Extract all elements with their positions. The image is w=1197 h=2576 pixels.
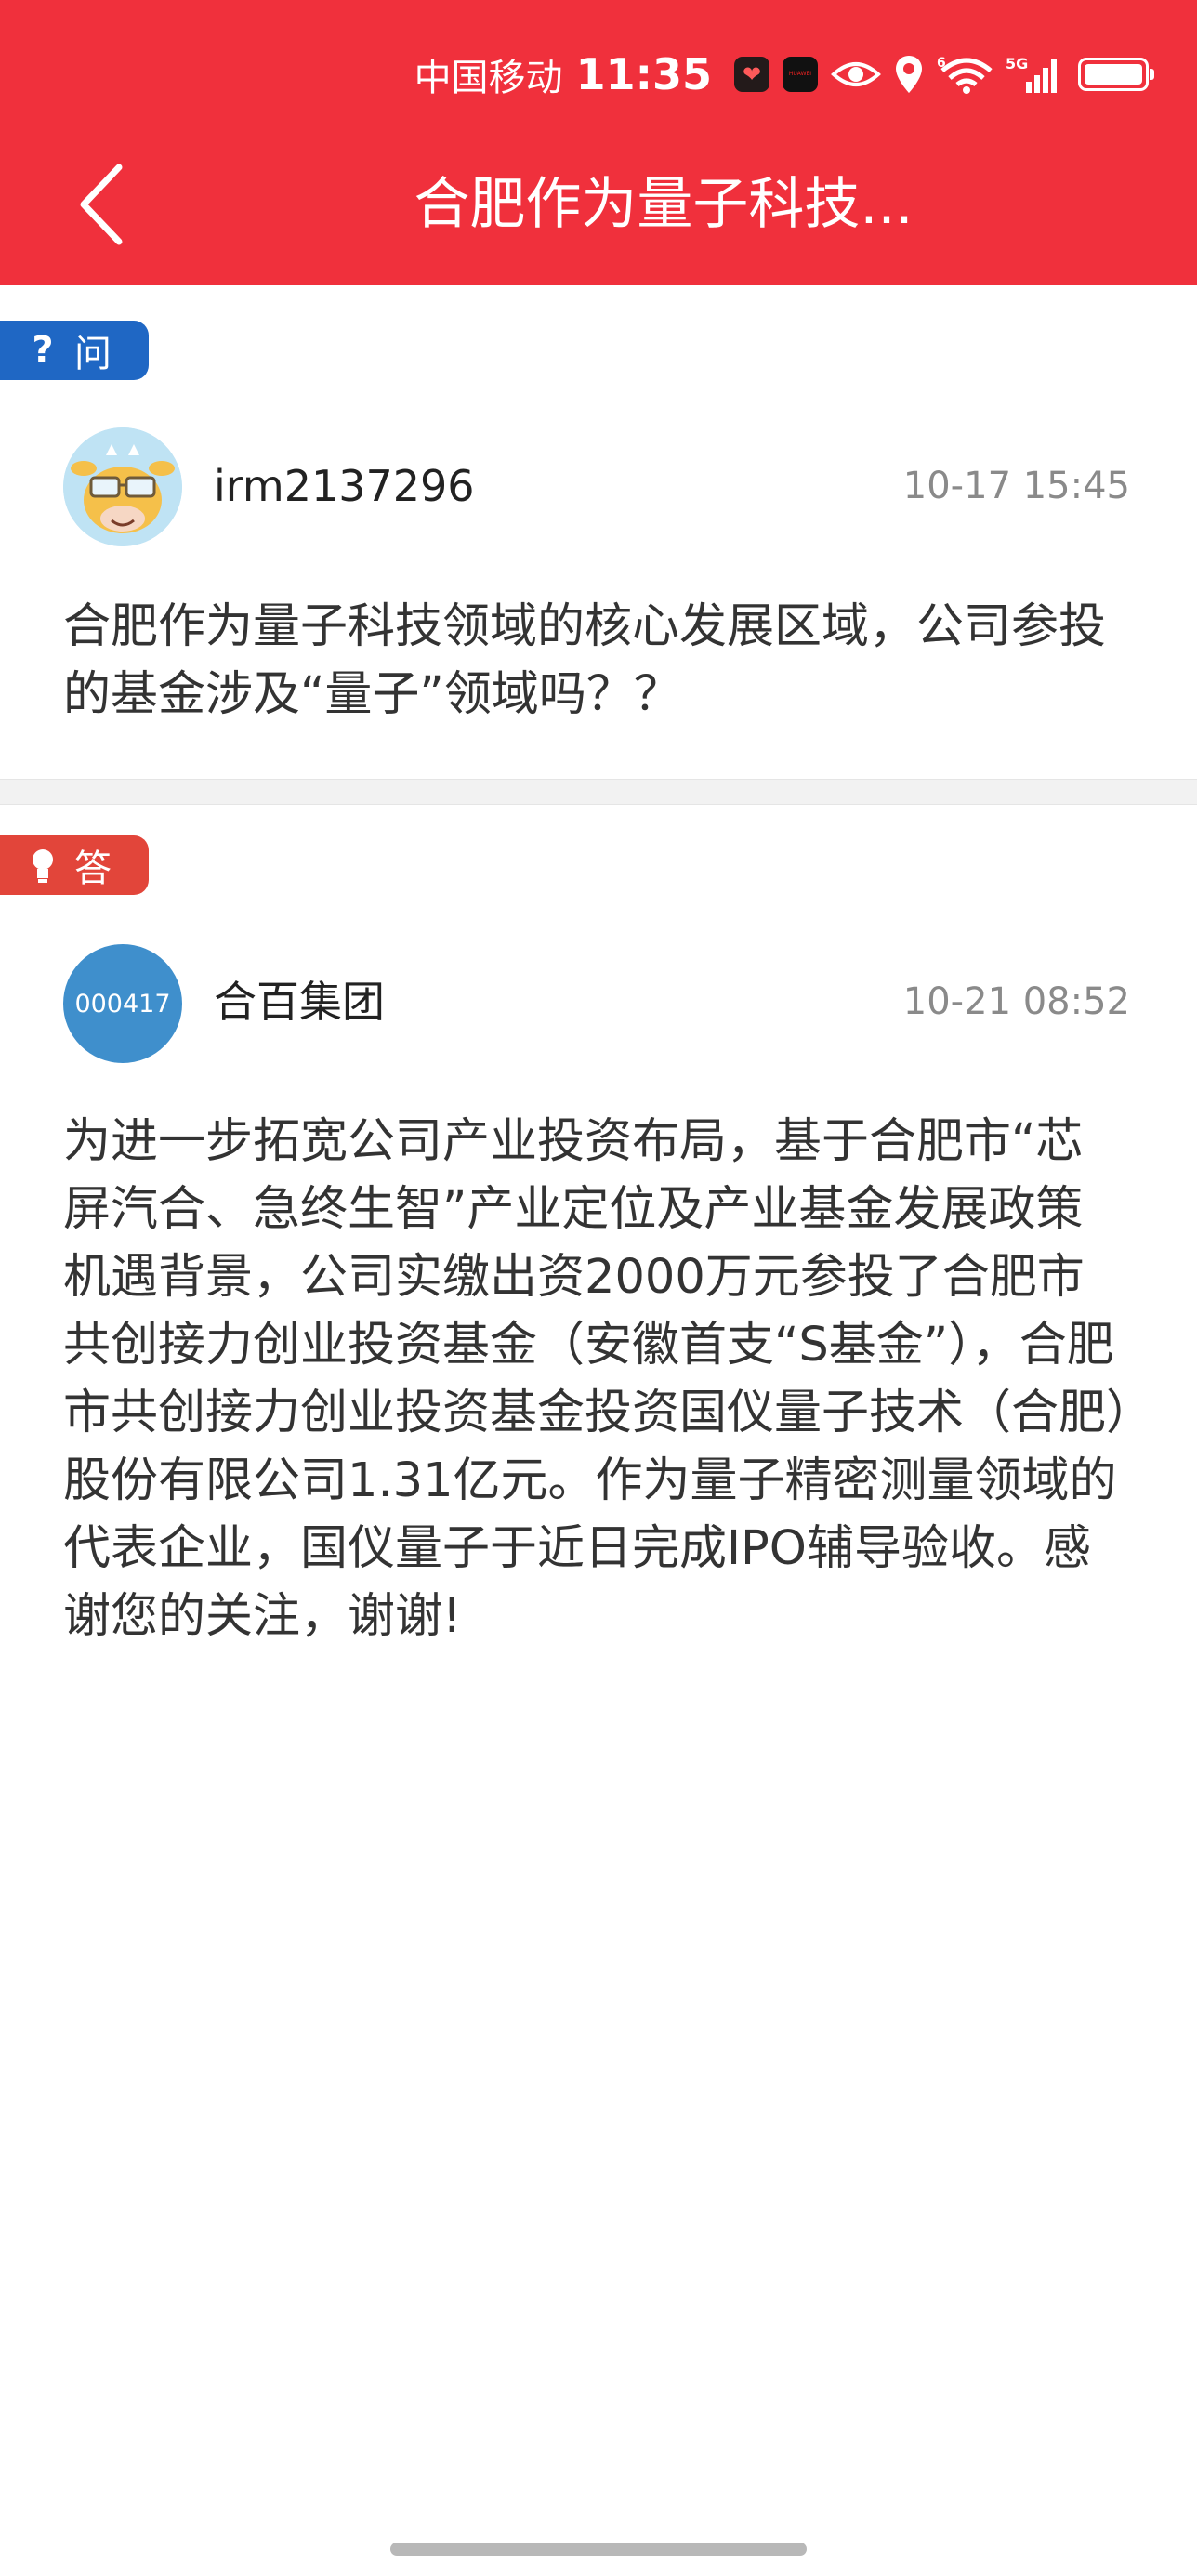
- question-timestamp: 10-17 15:45: [902, 465, 1130, 507]
- answer-text: 为进一步拓宽公司产业投资布局，基于合肥市“芯屏汽合、急终生智”产业定位及产业基金…: [63, 1114, 1130, 1644]
- signal-5g-icon: 5G: [1006, 54, 1061, 95]
- answer-tag: 答: [0, 835, 149, 895]
- huawei-app-icon: HUAWEI: [783, 57, 818, 92]
- question-tag: ? 问: [0, 321, 149, 380]
- wifi-icon: 6: [937, 54, 993, 95]
- back-button[interactable]: [65, 158, 139, 251]
- lightbulb-icon: [24, 847, 61, 884]
- app-header: 中国移动 11:35 ❤ HUAWEI 6 5G 合肥作为量子科技...: [0, 0, 1197, 285]
- chevron-left-icon: [80, 164, 123, 245]
- eye-icon: [831, 56, 881, 93]
- section-divider: [0, 779, 1197, 805]
- question-text: 合肥作为量子科技领域的核心发展区域，公司参投的基金涉及“量子”领域吗？？: [63, 599, 1107, 722]
- svg-text:6: 6: [937, 56, 946, 71]
- company-avatar[interactable]: 000417: [63, 944, 182, 1063]
- status-bar: 中国移动 11:35 ❤ HUAWEI 6 5G: [414, 46, 1154, 102]
- asker-username[interactable]: irm2137296: [214, 458, 475, 514]
- clock: 11:35: [575, 49, 712, 99]
- svg-text:5G: 5G: [1006, 55, 1028, 72]
- health-app-icon: ❤: [734, 57, 770, 92]
- battery-level: [1085, 64, 1142, 85]
- question-tag-label: 问: [74, 333, 112, 375]
- company-code-label: 000417: [74, 989, 171, 1019]
- answer-timestamp: 10-21 08:52: [902, 980, 1130, 1023]
- carrier-label: 中国移动: [414, 57, 563, 99]
- company-name[interactable]: 合百集团: [214, 974, 385, 1030]
- battery-charging-icon: [1078, 58, 1154, 91]
- answer-tag-label: 答: [74, 848, 112, 890]
- cow-avatar-icon: [63, 427, 182, 546]
- page-title: 合肥作为量子科技...: [414, 172, 914, 237]
- asker-avatar[interactable]: [63, 427, 182, 546]
- home-indicator[interactable]: [390, 2543, 807, 2556]
- question-icon: ?: [32, 329, 54, 372]
- location-icon: [894, 54, 924, 95]
